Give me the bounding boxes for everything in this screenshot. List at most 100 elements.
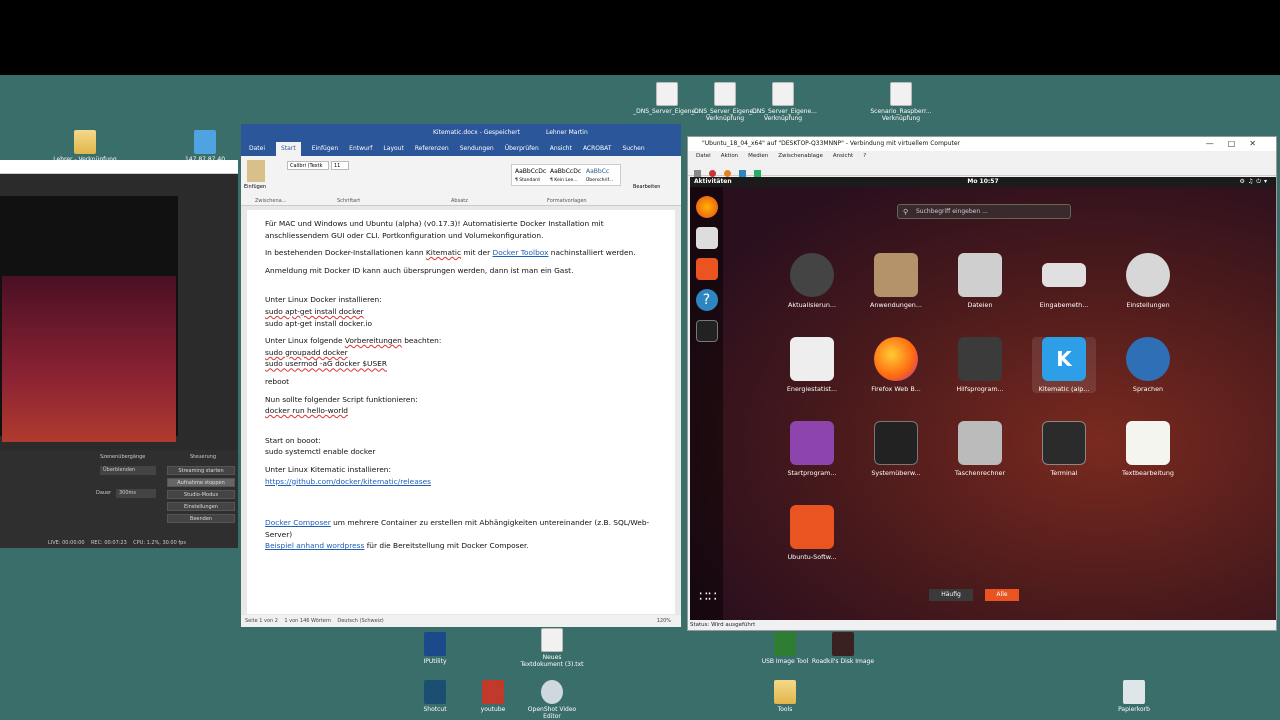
app-energiestatistik[interactable]: Energiestatist... (780, 337, 844, 393)
app-label: Aktualisierun... (788, 301, 836, 309)
menu-medien[interactable]: Medien (748, 151, 768, 162)
show-applications-icon[interactable]: ∷∷ (699, 589, 717, 605)
stop-recording-button[interactable]: Aufnahme stoppen (167, 478, 235, 487)
tab-start[interactable]: Start (276, 142, 301, 156)
app-taschenrechner[interactable]: Taschenrechner (948, 421, 1012, 477)
file-icon (890, 82, 912, 106)
menu-datei[interactable]: Datei (696, 151, 711, 162)
app-sprachen[interactable]: Sprachen (1116, 337, 1180, 393)
editing-group[interactable]: Bearbeiten (633, 184, 660, 190)
clock[interactable]: Mo 10:57 (690, 177, 1276, 187)
system-tray-icons[interactable]: ⚙♫⏻▾ (1239, 177, 1270, 187)
studio-mode-button[interactable]: Studio-Modus (167, 490, 235, 499)
app-eingabemethoden[interactable]: Eingabemeth... (1032, 253, 1096, 309)
desktop-icon-remote[interactable]: 147.87.87.40 (170, 130, 240, 163)
files-icon[interactable] (695, 227, 718, 249)
app-label: Hilfsprogram... (956, 385, 1004, 393)
desktop-icon-recycle-bin[interactable]: Papierkorb (1099, 680, 1169, 713)
app-anwendungen[interactable]: Anwendungen... (864, 253, 928, 309)
software-properties-icon (874, 253, 918, 297)
app-systemueberwachung[interactable]: Systemüberw... (864, 421, 928, 477)
text-editor-icon (1126, 421, 1170, 465)
settings-button[interactable]: Einstellungen (167, 502, 235, 511)
font-select[interactable]: Calibri (Textk (287, 161, 329, 170)
doc-text: beachten: (401, 336, 442, 346)
tab-referenzen[interactable]: Referenzen (415, 142, 449, 156)
tab-sendungen[interactable]: Sendungen (460, 142, 494, 156)
tab-ueberpruefen[interactable]: Überprüfen (505, 142, 539, 156)
exit-button[interactable]: Beenden (167, 514, 235, 523)
tab-entwurf[interactable]: Entwurf (349, 142, 372, 156)
styles-gallery[interactable]: AaBbCcDc AaBbCcDc AaBbCc ¶ Standard ¶ Ke… (511, 164, 621, 186)
wordpress-example-link[interactable]: Beispiel anhand wordpress (265, 541, 364, 550)
desktop-icon-roadkil[interactable]: Roadkil's Disk Image (808, 632, 878, 665)
firefox-icon (874, 337, 918, 381)
transition-select[interactable]: Überblenden (100, 466, 156, 475)
paste-icon[interactable] (247, 160, 265, 182)
menu-zwischenablage[interactable]: Zwischenablage (778, 151, 823, 162)
tab-datei[interactable]: Datei (249, 142, 265, 156)
shutdown-icon[interactable] (724, 170, 732, 177)
duration-input[interactable]: 300ms (116, 489, 156, 498)
zoom-level[interactable]: 120% (657, 615, 671, 627)
tab-layout[interactable]: Layout (383, 142, 403, 156)
live-timer: LIVE: 00:00:00 (48, 540, 85, 546)
desktop-icon-tools[interactable]: Tools (750, 680, 820, 713)
app-terminal[interactable]: Terminal (1032, 421, 1096, 477)
app-kitematic[interactable]: K Kitematic (alp... (1032, 337, 1096, 393)
app-textbearbeitung[interactable]: Textbearbeitung (1116, 421, 1180, 477)
docker-toolbox-link[interactable]: Docker Toolbox (493, 248, 549, 257)
app-firefox[interactable]: Firefox Web B... (864, 337, 928, 393)
document-page[interactable]: Für MAC und Windows und Ubuntu (alpha) (… (247, 210, 675, 614)
menu-help[interactable]: ? (863, 151, 866, 162)
app-label: Firefox Web B... (871, 385, 921, 393)
tab-suchen[interactable]: Suchen (622, 142, 644, 156)
vm-connection-window: "Ubuntu_18_04_x64" auf "DESKTOP-Q33MNNP"… (687, 136, 1277, 631)
app-ubuntu-software[interactable]: Ubuntu-Softw... (780, 505, 844, 561)
ubuntu-software-icon[interactable] (695, 258, 718, 280)
tab-ansicht[interactable]: Ansicht (550, 142, 572, 156)
keyboard-icon (1042, 263, 1086, 287)
terminal-icon[interactable] (695, 320, 718, 342)
doc-paragraph: reboot (265, 376, 290, 386)
window-controls[interactable]: —□✕ (1206, 137, 1270, 151)
menu-ansicht[interactable]: Ansicht (833, 151, 853, 162)
doc-text: Kitematic (425, 248, 462, 258)
search-input[interactable]: ⚲ Suchbegriff eingeben ... (897, 204, 1071, 219)
app-startprogramme[interactable]: Startprogram... (780, 421, 844, 477)
ubuntu-dock: ? (690, 187, 723, 621)
pause-icon[interactable] (739, 170, 747, 177)
kitematic-releases-link[interactable]: https://github.com/docker/kitematic/rele… (265, 477, 431, 486)
desktop-icon-iputility[interactable]: IPUtility (400, 632, 470, 665)
app-aktualisierung[interactable]: Aktualisierun... (780, 253, 844, 309)
desktop-icon-textfile[interactable]: Neues Textdokument (3).txt (517, 628, 587, 668)
app-label: Ubuntu-Softw... (787, 553, 837, 561)
ctrl-alt-del-icon[interactable] (694, 170, 701, 177)
play-icon[interactable] (754, 170, 762, 177)
tab-einfuegen[interactable]: Einfügen (312, 142, 338, 156)
obs-docks: Szenenübergänge Steuerung Überblenden Da… (0, 450, 238, 548)
firefox-icon[interactable] (695, 196, 718, 218)
stop-icon[interactable] (709, 170, 717, 177)
app-dateien[interactable]: Dateien (948, 253, 1012, 309)
app-label: Startprogram... (787, 469, 837, 477)
menu-aktion[interactable]: Aktion (721, 151, 738, 162)
help-icon[interactable]: ? (695, 289, 718, 311)
app-hilfsprogramme[interactable]: Hilfsprogram... (948, 337, 1012, 393)
desktop-icon-lehrer[interactable]: Lehrer - Verknüpfung (50, 130, 120, 163)
desktop-icon-openshot[interactable]: OpenShot Video Editor (517, 680, 587, 720)
tab-acrobat[interactable]: ACROBAT (583, 142, 612, 156)
doc-command: sudo systemctl enable docker (265, 447, 376, 457)
transitions-header: Szenenübergänge (100, 454, 146, 460)
font-size-select[interactable]: 11 (331, 161, 349, 170)
desktop-icon-scenario[interactable]: Scenario_Raspberr... Verknüpfung (866, 82, 936, 122)
language-status[interactable]: Deutsch (Schweiz) (337, 618, 383, 624)
app-einstellungen[interactable]: Einstellungen (1116, 253, 1180, 309)
docker-composer-link[interactable]: Docker Composer (265, 518, 331, 527)
desktop-icon-dns-3[interactable]: _DNS_Server_Eigene... Verknüpfung (748, 82, 818, 122)
all-tab[interactable]: Alle (985, 589, 1019, 601)
system-monitor-icon (874, 421, 918, 465)
frequent-tab[interactable]: Häufig (929, 589, 973, 601)
paste-button[interactable]: Einfügen (244, 184, 266, 190)
start-streaming-button[interactable]: Streaming starten (167, 466, 235, 475)
